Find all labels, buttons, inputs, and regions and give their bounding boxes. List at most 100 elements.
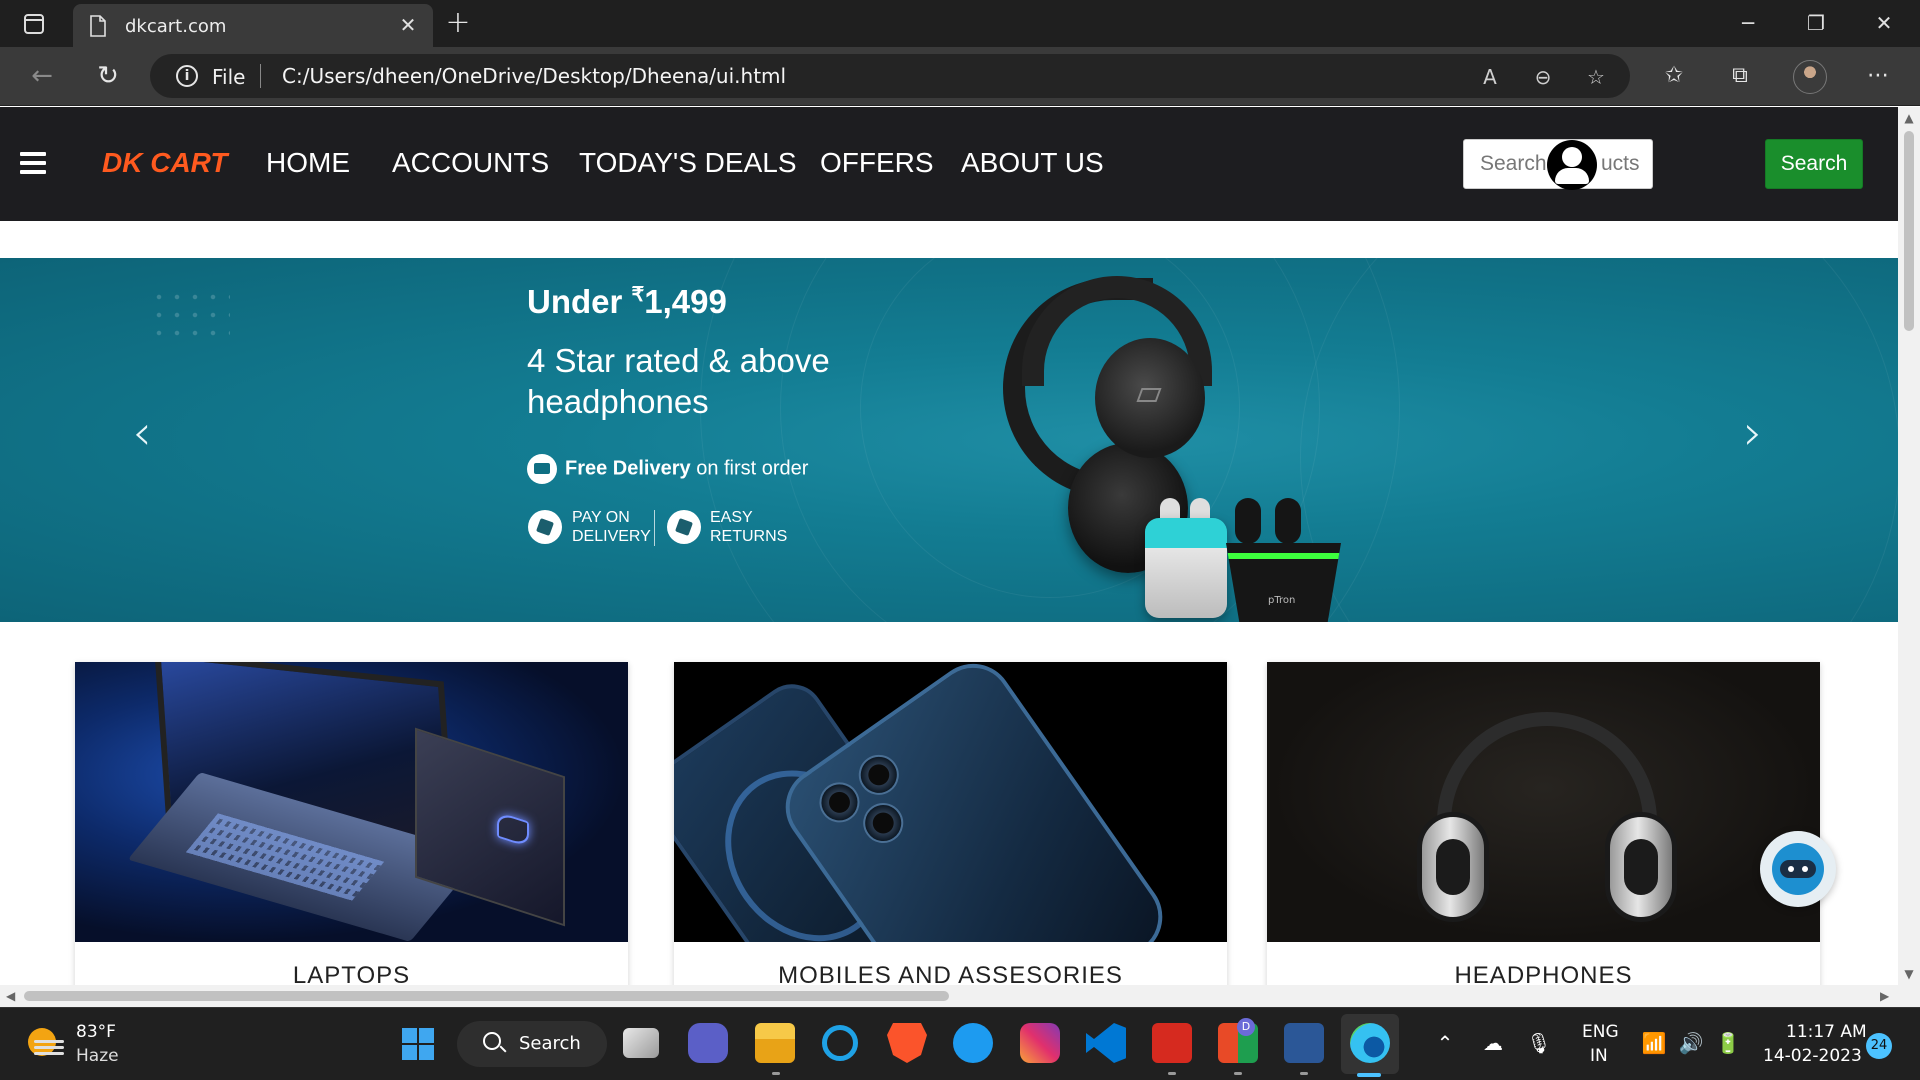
nav-home[interactable]: HOME xyxy=(266,147,350,179)
language-indicator[interactable]: ENG xyxy=(1582,1022,1619,1042)
browser-tab-bar: dkcart.com ✕ + ─ ❐ ✕ xyxy=(0,0,1920,47)
weather-condition[interactable]: Haze xyxy=(76,1046,119,1066)
close-tab-icon[interactable]: ✕ xyxy=(397,14,419,36)
read-aloud-icon[interactable]: A xyxy=(1477,64,1503,90)
volume-icon[interactable]: 🔊 xyxy=(1678,1030,1704,1056)
windows-start-icon[interactable] xyxy=(402,1028,434,1060)
easy-returns-icon xyxy=(667,510,701,544)
carousel-next-icon[interactable]: › xyxy=(1733,403,1773,463)
collections-icon[interactable]: ⧉ xyxy=(1724,60,1756,92)
clock-date[interactable]: 14-02-2023 xyxy=(1763,1046,1862,1066)
hamburger-menu-icon[interactable] xyxy=(20,152,46,174)
onedrive-cloud-icon[interactable]: ☁ xyxy=(1480,1030,1506,1056)
tab-actions-icon[interactable] xyxy=(22,12,46,36)
pay-on-delivery-icon xyxy=(528,510,562,544)
pay-on-delivery-label: PAY ON DELIVERY xyxy=(572,509,651,545)
search-icon xyxy=(483,1032,501,1050)
browser-tab-active[interactable]: dkcart.com ✕ xyxy=(73,4,433,47)
minimize-icon[interactable]: ─ xyxy=(1730,10,1766,36)
notification-badge[interactable]: 24 xyxy=(1866,1033,1892,1059)
new-tab-icon[interactable]: + xyxy=(444,8,472,38)
acrobat-icon[interactable] xyxy=(1152,1023,1192,1063)
delivery-truck-icon xyxy=(527,454,557,484)
category-title: LAPTOPS xyxy=(292,962,411,985)
site-navbar: DK CART HOME ACCOUNTS TODAY'S DEALS OFFE… xyxy=(0,107,1898,221)
refresh-icon[interactable]: ↻ xyxy=(92,60,124,92)
edge-active-indicator xyxy=(1357,1073,1381,1077)
profile-avatar[interactable] xyxy=(1793,60,1827,94)
vertical-scrollbar[interactable]: ▲ ▼ xyxy=(1898,107,1920,985)
category-title: MOBILES AND ASSESORIES xyxy=(778,962,1123,985)
word-icon[interactable] xyxy=(1284,1023,1324,1063)
chatbot-button[interactable] xyxy=(1760,831,1836,907)
task-view-icon[interactable] xyxy=(623,1028,659,1058)
taskbar-search[interactable]: Search xyxy=(457,1021,607,1067)
favorites-icon[interactable]: ✩ xyxy=(1658,60,1690,92)
teams-chat-icon[interactable] xyxy=(688,1023,728,1063)
wifi-icon[interactable]: 📶 xyxy=(1641,1030,1667,1056)
battery-icon[interactable]: 🔋 xyxy=(1715,1030,1741,1056)
close-window-icon[interactable]: ✕ xyxy=(1866,10,1902,36)
address-bar[interactable]: i File C:/Users/dheen/OneDrive/Desktop/D… xyxy=(150,54,1630,98)
page-icon xyxy=(90,15,106,37)
edge-browser-icon[interactable] xyxy=(1350,1023,1390,1063)
nav-todays-deals[interactable]: TODAY'S DEALS xyxy=(579,147,797,179)
category-card-headphones[interactable]: HEADPHONES xyxy=(1267,662,1820,985)
category-card-mobiles[interactable]: MOBILES AND ASSESORIES xyxy=(674,662,1227,985)
address-toolbar: ← ↻ i File C:/Users/dheen/OneDrive/Deskt… xyxy=(0,47,1920,106)
weather-temperature[interactable]: 83°F xyxy=(76,1022,116,1042)
nav-offers[interactable]: OFFERS xyxy=(820,147,934,179)
url-scheme: File xyxy=(212,65,246,89)
restore-icon[interactable]: ❐ xyxy=(1798,10,1834,36)
instagram-icon[interactable] xyxy=(1020,1023,1060,1063)
laptop-image xyxy=(75,662,628,942)
hero-carousel: ‹ › Under ₹1,499 4 Star rated & above he… xyxy=(0,258,1898,622)
black-earbud-right xyxy=(1275,498,1301,544)
mobile-image xyxy=(674,662,1227,942)
user-avatar-icon[interactable] xyxy=(1547,140,1597,190)
carousel-prev-icon[interactable]: ‹ xyxy=(122,403,162,463)
rog-logo-icon xyxy=(497,811,529,848)
file-explorer-icon[interactable] xyxy=(755,1023,795,1063)
nav-accounts[interactable]: ACCOUNTS xyxy=(392,147,549,179)
nav-about-us[interactable]: ABOUT US xyxy=(961,147,1104,179)
brand-logo[interactable]: DK CART xyxy=(102,147,227,179)
decor-dots xyxy=(150,288,230,348)
category-title: HEADPHONES xyxy=(1454,962,1633,985)
search-placeholder-left: Search xyxy=(1480,152,1547,175)
info-icon[interactable]: i xyxy=(176,65,198,87)
cortana-icon[interactable] xyxy=(822,1025,858,1061)
show-hidden-icons-icon[interactable]: ⌃ xyxy=(1432,1030,1458,1056)
weather-haze-icon[interactable] xyxy=(28,1028,64,1058)
clock-time[interactable]: 11:17 AM xyxy=(1786,1022,1867,1042)
twitter-icon[interactable] xyxy=(953,1023,993,1063)
scroll-down-icon[interactable]: ▼ xyxy=(1903,967,1915,981)
add-favorite-icon[interactable]: ☆ xyxy=(1583,64,1609,90)
vertical-scroll-thumb[interactable] xyxy=(1904,131,1914,331)
badge-divider xyxy=(654,510,655,546)
url-text[interactable]: C:/Users/dheen/OneDrive/Desktop/Dheena/u… xyxy=(282,64,786,88)
robot-icon xyxy=(1772,843,1824,895)
zoom-out-icon[interactable]: ⊖ xyxy=(1530,64,1556,90)
vscode-icon[interactable] xyxy=(1086,1023,1126,1063)
microphone-icon[interactable]: 🎙 xyxy=(1526,1030,1552,1056)
category-card-laptops[interactable]: LAPTOPS xyxy=(75,662,628,985)
free-delivery-line: Free Delivery on first order xyxy=(527,454,808,484)
search-button[interactable]: Search xyxy=(1765,139,1863,189)
tab-title: dkcart.com xyxy=(125,16,227,37)
horizontal-scroll-thumb[interactable] xyxy=(24,991,949,1001)
region-indicator[interactable]: IN xyxy=(1590,1046,1608,1066)
brave-browser-icon[interactable] xyxy=(887,1023,927,1063)
scroll-right-icon[interactable]: ▶ xyxy=(1880,989,1889,1003)
horizontal-scrollbar[interactable]: ◀ ▶ xyxy=(0,985,1898,1007)
windows-taskbar: 83°F Haze Search D ⌃ ☁ 🎙 ENG IN 📶 🔊 🔋 11… xyxy=(0,1007,1920,1080)
scroll-up-icon[interactable]: ▲ xyxy=(1903,111,1915,125)
black-earbuds-case: pTron xyxy=(1226,543,1341,622)
page-viewport: DK CART HOME ACCOUNTS TODAY'S DEALS OFFE… xyxy=(0,107,1898,985)
headphone-earcup-top xyxy=(1095,338,1205,458)
search-placeholder-right: ucts xyxy=(1601,152,1640,175)
scroll-left-icon[interactable]: ◀ xyxy=(6,989,15,1003)
easy-returns-label: EASY RETURNS xyxy=(710,509,788,545)
back-icon[interactable]: ← xyxy=(26,60,58,92)
more-menu-icon[interactable]: ⋯ xyxy=(1862,60,1894,92)
